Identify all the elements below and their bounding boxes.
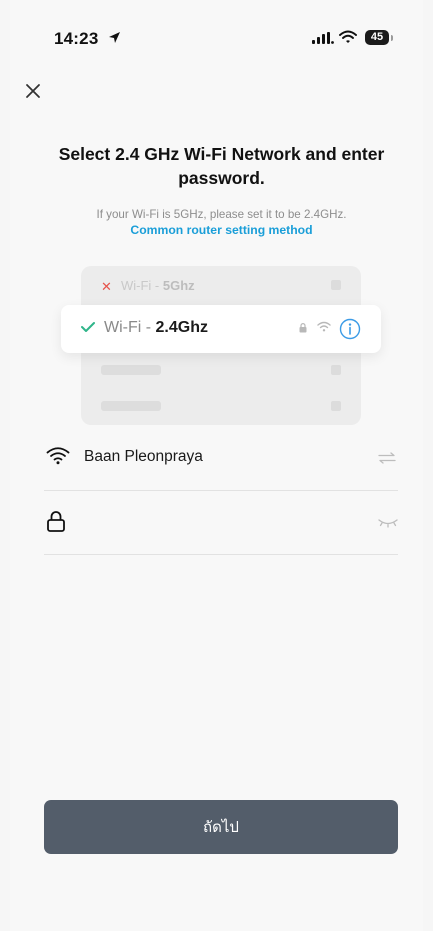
- illustration-row-5g: ✕ Wi-Fi - 5Ghz: [81, 266, 361, 304]
- lock-icon: [47, 511, 65, 532]
- eye-closed-icon[interactable]: [378, 518, 398, 528]
- wifi-name-value[interactable]: Baan Pleonpraya: [84, 448, 203, 466]
- password-input[interactable]: [84, 508, 358, 538]
- router-setting-link[interactable]: Common router setting method: [50, 222, 393, 238]
- x-mark-icon: ✕: [101, 279, 112, 294]
- next-button[interactable]: ถัดไป: [44, 800, 398, 854]
- battery-tip: [391, 35, 393, 41]
- info-icon[interactable]: [339, 318, 361, 340]
- check-mark-icon: [81, 322, 95, 332]
- wifi-icon: [317, 321, 331, 332]
- close-icon[interactable]: [24, 82, 42, 100]
- battery-indicator: 45: [365, 30, 389, 45]
- screen: 14:23 45 Select 2.4 GHz Wi-Fi Network an…: [10, 0, 423, 931]
- page-title: Select 2.4 GHz Wi-Fi Network and enter p…: [58, 144, 385, 188]
- status-time: 14:23: [54, 29, 99, 48]
- wifi-name-field[interactable]: Baan Pleonpraya: [44, 428, 398, 491]
- band-hint: If your Wi-Fi is 5GHz, please set it to …: [96, 208, 347, 221]
- placeholder-square-icon: [331, 401, 341, 411]
- cellular-signal-icon: [312, 32, 334, 44]
- wifi-icon: [46, 447, 70, 465]
- wifi-5g-label: Wi-Fi - 5Ghz: [121, 278, 195, 293]
- placeholder-bar: [101, 401, 161, 411]
- placeholder-square-icon: [331, 280, 341, 290]
- switch-network-icon[interactable]: [378, 452, 396, 464]
- password-field[interactable]: [44, 492, 398, 555]
- location-arrow-icon: [109, 32, 120, 43]
- placeholder-bar: [101, 365, 161, 375]
- wifi-status-icon: [339, 30, 357, 43]
- lock-icon: [299, 323, 307, 333]
- wifi-24g-label: Wi-Fi - 2.4Ghz: [104, 319, 208, 336]
- status-bar: 14:23 45: [10, 0, 423, 78]
- placeholder-square-icon: [331, 365, 341, 375]
- wifi-24ghz-card: Wi-Fi - 2.4Ghz: [61, 305, 381, 353]
